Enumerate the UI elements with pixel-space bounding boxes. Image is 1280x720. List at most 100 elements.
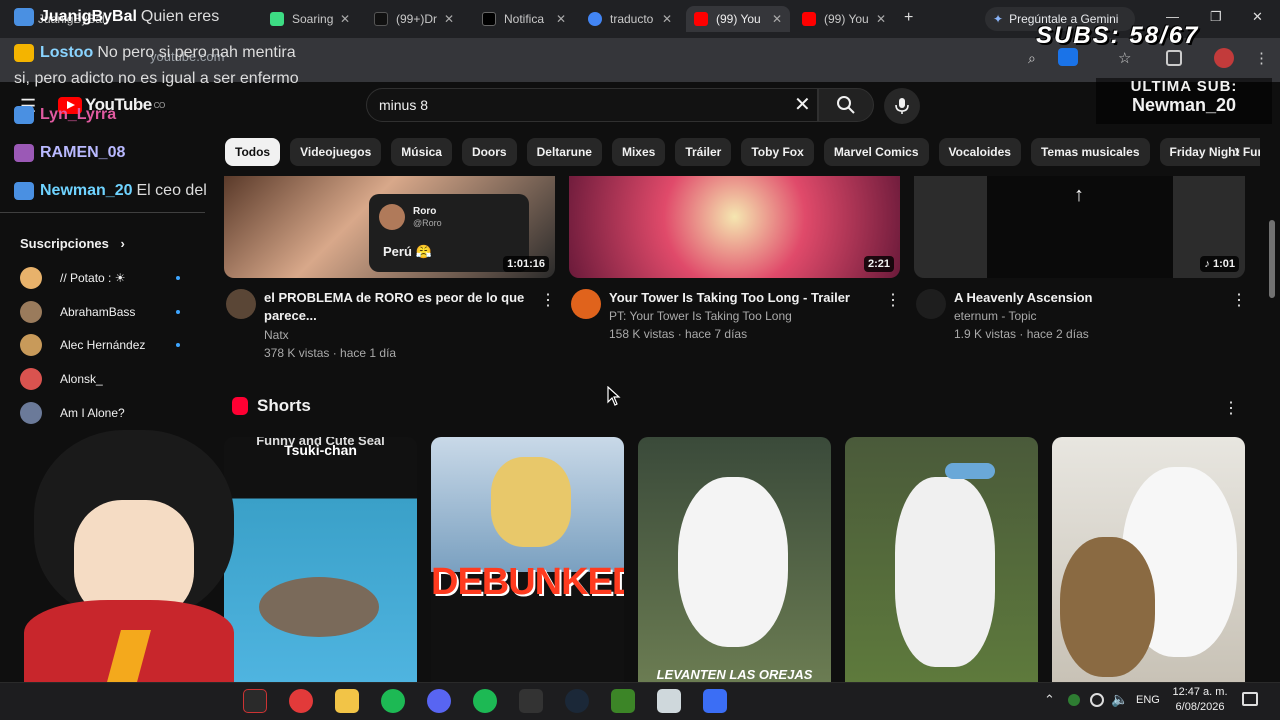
zoom-icon[interactable]: ⌕ (1028, 50, 1036, 67)
close-tab-icon[interactable]: ✕ (766, 12, 782, 26)
app-icon[interactable] (243, 689, 267, 713)
new-tab-button[interactable]: + (904, 9, 913, 27)
spotify-icon[interactable] (473, 689, 497, 713)
tab-3[interactable]: (99+)Dr ✕ (366, 6, 462, 32)
maximize-icon[interactable]: ❐ (1210, 9, 1222, 25)
browser-menu-icon[interactable]: ⋮ (1254, 49, 1269, 67)
cap-image (945, 463, 995, 479)
more-options-icon[interactable]: ⋮ (1231, 290, 1247, 310)
subs-counter: SUBS: 58/67 (1036, 22, 1200, 49)
shorts-more-options-icon[interactable]: ⋮ (1223, 398, 1239, 418)
chip-temas-musicales[interactable]: Temas musicales (1030, 138, 1150, 166)
chip-friday-night-funkin[interactable]: Friday Night Funki (1159, 138, 1260, 166)
tab-2[interactable]: Soaring ✕ (262, 6, 358, 32)
country-code: CO (153, 100, 166, 110)
tab-7[interactable]: (99) You ✕ (794, 6, 894, 32)
sidebar-divider (0, 212, 205, 213)
video-title[interactable]: el PROBLEMA de RORO es peor de lo que pa… (264, 289, 534, 325)
close-tab-icon[interactable]: ✕ (870, 12, 886, 26)
cast-icon[interactable] (1058, 48, 1078, 66)
obs-icon[interactable] (289, 689, 313, 713)
chat-text: Quien eres (140, 8, 220, 25)
steam-icon[interactable] (565, 689, 589, 713)
chat-badge-icon (14, 8, 34, 26)
close-window-icon[interactable]: ✕ (1252, 9, 1263, 25)
video-thumbnail[interactable]: ↑ ♪ 1:01 (914, 176, 1245, 278)
clock[interactable]: 12:47 a. m. 6/08/2026 (1172, 686, 1228, 713)
volume-icon[interactable]: 🔈 (1111, 691, 1128, 708)
search-button[interactable] (818, 88, 874, 122)
short-card[interactable] (845, 437, 1038, 682)
sidebar-item-alonsk[interactable]: Alonsk_ (20, 368, 180, 390)
tab-4[interactable]: Notifica ✕ (474, 6, 574, 32)
network-icon[interactable] (1090, 693, 1104, 707)
video-channel[interactable]: PT: Your Tower Is Taking Too Long (609, 307, 792, 326)
chat-text: No pero si pero nah mentira (97, 44, 296, 61)
chip-todos[interactable]: Todos (225, 138, 281, 166)
discord-icon[interactable] (427, 689, 451, 713)
app-icon[interactable] (657, 689, 681, 713)
goose-image (895, 477, 995, 667)
video-thumbnail[interactable]: Roro @Roro Perú 😤 1:01:16 (224, 176, 555, 278)
chevron-up-icon[interactable]: ⌃ (1044, 692, 1055, 708)
chip-doors[interactable]: Doors (461, 138, 517, 166)
language-indicator[interactable]: ENG (1136, 694, 1160, 706)
channel-avatar[interactable] (916, 289, 946, 319)
page-scrollbar[interactable] (1269, 220, 1275, 298)
voice-search-button[interactable] (884, 88, 920, 124)
short-card[interactable] (1052, 437, 1245, 682)
chip-mixes[interactable]: Mixes (611, 138, 666, 166)
file-explorer-icon[interactable] (335, 689, 359, 713)
video-thumbnail[interactable]: 2:21 (569, 176, 900, 278)
more-options-icon[interactable]: ⋮ (540, 290, 556, 310)
close-tab-icon[interactable]: ✕ (334, 12, 350, 26)
chip-deltarune[interactable]: Deltarune (526, 138, 602, 166)
chat-badge-icon (14, 44, 34, 62)
close-tab-icon[interactable]: ✕ (656, 12, 672, 26)
close-tab-icon[interactable]: ✕ (550, 12, 566, 26)
xbox-icon[interactable] (381, 689, 405, 713)
channel-avatar[interactable] (571, 289, 601, 319)
chevron-right-icon[interactable]: › (1234, 141, 1240, 162)
roblox-icon[interactable] (703, 689, 727, 713)
epic-games-icon[interactable] (519, 689, 543, 713)
short-card[interactable]: DEBUNKED (431, 437, 624, 682)
clear-search-icon[interactable]: ✕ (794, 92, 811, 117)
profile-avatar[interactable] (1214, 48, 1234, 68)
search-input[interactable]: minus 8 (366, 88, 818, 122)
sidebar-item-alec[interactable]: Alec Hernández (20, 334, 180, 356)
chip-videojuegos[interactable]: Videojuegos (290, 138, 382, 166)
video-duration: ♪ 1:01 (1200, 256, 1239, 272)
tab-6-active[interactable]: (99) You ✕ (686, 6, 790, 32)
chip-toby-fox[interactable]: Toby Fox (741, 138, 814, 166)
tab-label: (99) You (824, 12, 869, 26)
short-card[interactable]: Funny and Cute Seal Tsuki-chan (224, 437, 417, 682)
subscriptions-header[interactable]: Suscripciones › (20, 236, 125, 251)
video-title[interactable]: Your Tower Is Taking Too Long - Trailer (609, 289, 879, 307)
last-sub-panel: ULTIMA SUB: Newman_20 (1096, 78, 1272, 124)
video-channel[interactable]: Natx (264, 326, 289, 345)
chip-trailer[interactable]: Tráiler (675, 138, 732, 166)
sidebar-item-abrahambass[interactable]: AbrahamBass (20, 301, 180, 323)
channel-avatar (20, 368, 42, 390)
shorts-icon (232, 397, 248, 415)
avatar (379, 204, 405, 230)
chat-badge-icon (14, 144, 34, 162)
bookmark-star-icon[interactable]: ☆ (1118, 49, 1131, 67)
more-options-icon[interactable]: ⋮ (885, 290, 901, 310)
chip-musica[interactable]: Música (391, 138, 452, 166)
notifications-icon[interactable] (1242, 692, 1258, 706)
channel-avatar[interactable] (226, 289, 256, 319)
extensions-icon[interactable] (1166, 50, 1182, 66)
minecraft-icon[interactable] (611, 689, 635, 713)
sidebar-item-potato[interactable]: // Potato : ☀ (20, 267, 180, 289)
short-card[interactable]: LEVANTEN LAS OREJAS (638, 437, 831, 682)
tray-icon[interactable] (1068, 694, 1080, 706)
thumbnail-text: @Roro (413, 218, 442, 228)
chip-vocaloides[interactable]: Vocaloides (938, 138, 1021, 166)
chip-marvel-comics[interactable]: Marvel Comics (823, 138, 929, 166)
tab-5[interactable]: traducto ✕ (580, 6, 680, 32)
video-title[interactable]: A Heavenly Ascension (954, 289, 1224, 307)
video-channel[interactable]: eternum - Topic (954, 307, 1036, 326)
close-tab-icon[interactable]: ✕ (438, 12, 454, 26)
